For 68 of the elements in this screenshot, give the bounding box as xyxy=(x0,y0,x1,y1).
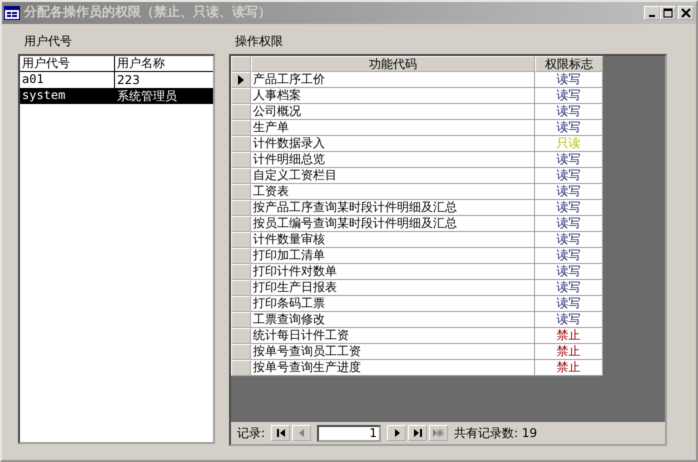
permission-flag: 读写 xyxy=(535,72,603,88)
last-record-icon xyxy=(412,428,423,438)
window-title: 分配各操作员的权限（禁止、只读、读写） xyxy=(24,5,271,21)
permission-flag: 读写 xyxy=(535,248,603,264)
table-cell: 统计每日计件工资 xyxy=(251,328,535,344)
table-cell: 公司概况 xyxy=(251,104,535,120)
row-selector[interactable] xyxy=(231,72,251,88)
permission-flag: 读写 xyxy=(535,152,603,168)
table-cell: 产品工序工价 xyxy=(251,72,535,88)
permission-flag: 读写 xyxy=(535,232,603,248)
user-list[interactable]: 用户代号 用户名称 a01 223 system 系统管理员 xyxy=(18,54,215,444)
column-header[interactable]: 权限标志 xyxy=(535,56,603,72)
permission-flag: 禁止 xyxy=(535,344,603,360)
last-record-button[interactable] xyxy=(408,425,428,441)
first-record-icon xyxy=(276,428,286,438)
permission-flag: 读写 xyxy=(535,88,603,104)
section-label: 操作权限 xyxy=(234,34,283,48)
table-cell: 按员工编号查询某时段计件明细及汇总 xyxy=(251,216,535,232)
close-icon xyxy=(681,8,691,18)
permission-flag: 禁止 xyxy=(535,360,603,376)
table-cell: 打印条码工票 xyxy=(251,296,535,312)
permission-flag: 读写 xyxy=(535,168,603,184)
record-count: 共有记录数: 19 xyxy=(454,426,538,440)
table-cell: 工票查询修改 xyxy=(251,312,535,328)
new-record-icon xyxy=(432,428,445,438)
list-cell[interactable]: 223 xyxy=(115,72,140,88)
table-cell: 打印加工清单 xyxy=(251,248,535,264)
permission-flag: 读写 xyxy=(535,120,603,136)
minimize-icon xyxy=(649,15,655,17)
permission-flag: 读写 xyxy=(535,312,603,328)
record-label: 记录: xyxy=(237,426,266,440)
table-cell: 打印生产日报表 xyxy=(251,280,535,296)
permission-flag: 读写 xyxy=(535,184,603,200)
column-header: 用户代号 xyxy=(20,56,115,71)
permission-flag: 读写 xyxy=(535,200,603,216)
table-cell: 生产单 xyxy=(251,120,535,136)
permission-flag: 读写 xyxy=(535,264,603,280)
table-cell: 人事档案 xyxy=(251,88,535,104)
table-cell: 按产品工序查询某时段计件明细及汇总 xyxy=(251,200,535,216)
section-label: 用户代号 xyxy=(23,34,72,48)
close-button[interactable] xyxy=(678,6,694,20)
record-number-field[interactable]: 1 xyxy=(317,424,382,442)
table-cell: 计件数据录入 xyxy=(251,136,535,152)
table-cell: 计件数量审核 xyxy=(251,232,535,248)
minimize-button[interactable] xyxy=(644,6,660,20)
table-cell: 工资表 xyxy=(251,184,535,200)
form-icon xyxy=(4,6,20,20)
maximize-button[interactable] xyxy=(660,6,676,20)
table-cell: 按单号查询生产进度 xyxy=(251,360,535,376)
permission-flag: 只读 xyxy=(535,136,603,152)
maximize-icon xyxy=(663,8,673,18)
table-cell: 计件明细总览 xyxy=(251,152,535,168)
list-cell[interactable]: system xyxy=(20,88,115,104)
column-header[interactable]: 功能代码 xyxy=(251,56,535,72)
next-record-button[interactable] xyxy=(387,425,406,441)
first-record-button[interactable] xyxy=(271,425,290,441)
permission-flag: 禁止 xyxy=(535,328,603,344)
previous-record-icon xyxy=(296,428,307,438)
permission-flag: 读写 xyxy=(535,296,603,312)
permission-flag: 读写 xyxy=(535,216,603,232)
table-cell: 按单号查询员工工资 xyxy=(251,344,535,360)
list-cell[interactable]: 系统管理员 xyxy=(115,88,177,104)
permission-flag: 读写 xyxy=(535,280,603,296)
table-cell: 自定义工资栏目 xyxy=(251,168,535,184)
table-cell: 打印计件对数单 xyxy=(251,264,535,280)
current-row-icon xyxy=(238,75,244,85)
column-header: 用户名称 xyxy=(116,56,165,71)
permission-flag: 读写 xyxy=(535,104,603,120)
